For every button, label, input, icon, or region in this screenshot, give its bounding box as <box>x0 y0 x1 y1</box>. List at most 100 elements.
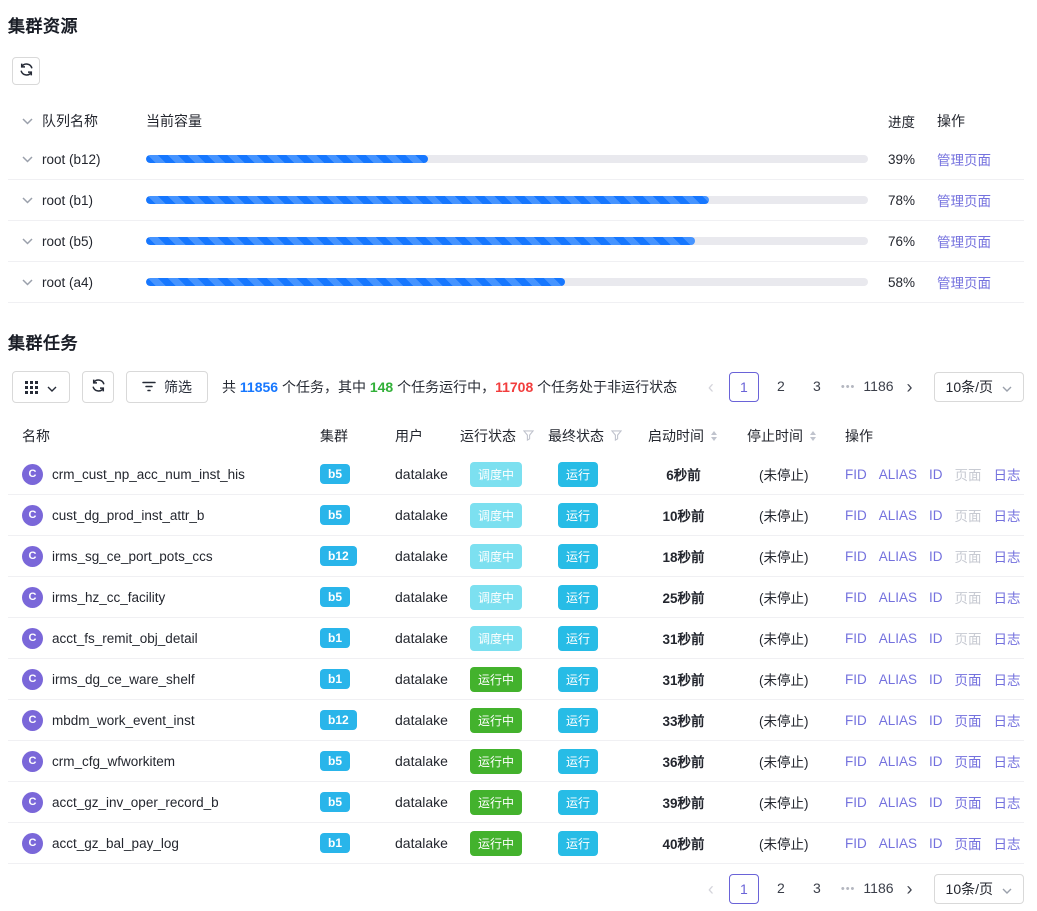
page-size-select[interactable]: 10条/页 <box>934 874 1024 904</box>
tasks-refresh-button[interactable] <box>82 371 114 403</box>
page-link: 页面 <box>955 505 982 525</box>
task-user: datalake <box>381 548 446 564</box>
pagination-next-button[interactable]: › <box>900 373 920 401</box>
page-link[interactable]: 页面 <box>955 751 982 771</box>
id-link[interactable]: ID <box>929 795 943 810</box>
log-link[interactable]: 日志 <box>994 833 1021 853</box>
manage-page-link[interactable]: 管理页面 <box>937 194 991 209</box>
pagination-page-2[interactable]: 2 <box>767 372 795 402</box>
queue-expand-chevron-icon[interactable] <box>12 197 42 204</box>
filter-button[interactable]: 筛选 <box>126 371 208 403</box>
task-name: acct_gz_bal_pay_log <box>52 836 179 851</box>
queue-expand-chevron-icon[interactable] <box>12 156 42 163</box>
alias-link[interactable]: ALIAS <box>879 549 917 564</box>
alias-link[interactable]: ALIAS <box>879 713 917 728</box>
pagination-page-1186[interactable]: 1186 <box>863 874 893 904</box>
id-link[interactable]: ID <box>929 713 943 728</box>
pagination-page-2[interactable]: 2 <box>767 874 795 904</box>
fid-link[interactable]: FID <box>845 590 867 605</box>
column-settings-button[interactable] <box>12 371 70 403</box>
log-link[interactable]: 日志 <box>994 792 1021 812</box>
alias-link[interactable]: ALIAS <box>879 631 917 646</box>
alias-link[interactable]: ALIAS <box>879 754 917 769</box>
fid-link[interactable]: FID <box>845 467 867 482</box>
log-link[interactable]: 日志 <box>994 669 1021 689</box>
id-link[interactable]: ID <box>929 549 943 564</box>
log-link[interactable]: 日志 <box>994 587 1021 607</box>
id-link[interactable]: ID <box>929 631 943 646</box>
fid-link[interactable]: FID <box>845 836 867 851</box>
log-link[interactable]: 日志 <box>994 710 1021 730</box>
pagination-prev-button[interactable]: ‹ <box>701 373 721 401</box>
page-link: 页面 <box>955 464 982 484</box>
chevron-down-icon <box>1002 379 1012 395</box>
log-link[interactable]: 日志 <box>994 751 1021 771</box>
id-link[interactable]: ID <box>929 508 943 523</box>
alias-link[interactable]: ALIAS <box>879 795 917 810</box>
alias-link[interactable]: ALIAS <box>879 836 917 851</box>
stop-time: (未停止) <box>733 505 831 525</box>
fid-link[interactable]: FID <box>845 795 867 810</box>
page-link[interactable]: 页面 <box>955 792 982 812</box>
page-size-select[interactable]: 10条/页 <box>934 372 1024 402</box>
alias-link[interactable]: ALIAS <box>879 590 917 605</box>
start-time: 6秒前 <box>634 464 733 484</box>
pagination-next-button[interactable]: › <box>900 875 920 903</box>
page-link[interactable]: 页面 <box>955 710 982 730</box>
alias-link[interactable]: ALIAS <box>879 508 917 523</box>
pagination-page-3[interactable]: 3 <box>803 874 831 904</box>
log-link[interactable]: 日志 <box>994 464 1021 484</box>
log-link[interactable]: 日志 <box>994 546 1021 566</box>
log-link[interactable]: 日志 <box>994 628 1021 648</box>
id-link[interactable]: ID <box>929 467 943 482</box>
pagination-page-1[interactable]: 1 <box>729 372 759 402</box>
action-header: 操作 <box>928 111 1024 131</box>
queue-row: root (b1) 78% 管理页面 <box>8 180 1024 221</box>
start-time: 36秒前 <box>634 751 733 771</box>
page-link[interactable]: 页面 <box>955 669 982 689</box>
fid-link[interactable]: FID <box>845 631 867 646</box>
run-status-badge: 调度中 <box>470 503 522 528</box>
manage-page-link[interactable]: 管理页面 <box>937 276 991 291</box>
manage-page-link[interactable]: 管理页面 <box>937 235 991 250</box>
fid-link[interactable]: FID <box>845 549 867 564</box>
log-link[interactable]: 日志 <box>994 505 1021 525</box>
fid-link[interactable]: FID <box>845 508 867 523</box>
capacity-header: 当前容量 <box>146 111 868 131</box>
pagination-ellipsis[interactable]: ••• <box>841 381 856 393</box>
fid-link[interactable]: FID <box>845 754 867 769</box>
final-status-badge: 运行 <box>558 626 598 651</box>
manage-page-link[interactable]: 管理页面 <box>937 153 991 168</box>
task-avatar: C <box>22 710 43 731</box>
filter-funnel-icon[interactable] <box>611 428 622 444</box>
pagination-page-1186[interactable]: 1186 <box>863 372 893 402</box>
queue-expand-chevron-icon[interactable] <box>12 238 42 245</box>
alias-link[interactable]: ALIAS <box>879 467 917 482</box>
id-link[interactable]: ID <box>929 836 943 851</box>
stop-time-sorter-icon[interactable] <box>810 431 816 441</box>
pagination-prev-button[interactable]: ‹ <box>701 875 721 903</box>
pagination-page-1[interactable]: 1 <box>729 874 759 904</box>
filter-funnel-icon[interactable] <box>523 428 534 444</box>
summary-text: 个任务运行中， <box>393 379 495 395</box>
start-time: 18秒前 <box>634 546 733 566</box>
pagination-ellipsis[interactable]: ••• <box>841 883 856 895</box>
task-row: C cust_dg_prod_inst_attr_b b5 datalake 调… <box>8 495 1024 536</box>
start-time-sorter-icon[interactable] <box>711 431 717 441</box>
page-link[interactable]: 页面 <box>955 833 982 853</box>
collapse-all-chevron-icon[interactable] <box>12 118 42 125</box>
resources-refresh-button[interactable] <box>12 57 40 85</box>
alias-link[interactable]: ALIAS <box>879 672 917 687</box>
id-link[interactable]: ID <box>929 672 943 687</box>
pagination-page-3[interactable]: 3 <box>803 372 831 402</box>
stop-time: (未停止) <box>733 833 831 853</box>
fid-link[interactable]: FID <box>845 713 867 728</box>
run-status-badge: 运行中 <box>470 831 522 856</box>
task-user: datalake <box>381 753 446 769</box>
id-link[interactable]: ID <box>929 754 943 769</box>
task-name: acct_fs_remit_obj_detail <box>52 631 198 646</box>
fid-link[interactable]: FID <box>845 672 867 687</box>
queue-expand-chevron-icon[interactable] <box>12 279 42 286</box>
id-link[interactable]: ID <box>929 590 943 605</box>
final-status-badge: 运行 <box>558 708 598 733</box>
